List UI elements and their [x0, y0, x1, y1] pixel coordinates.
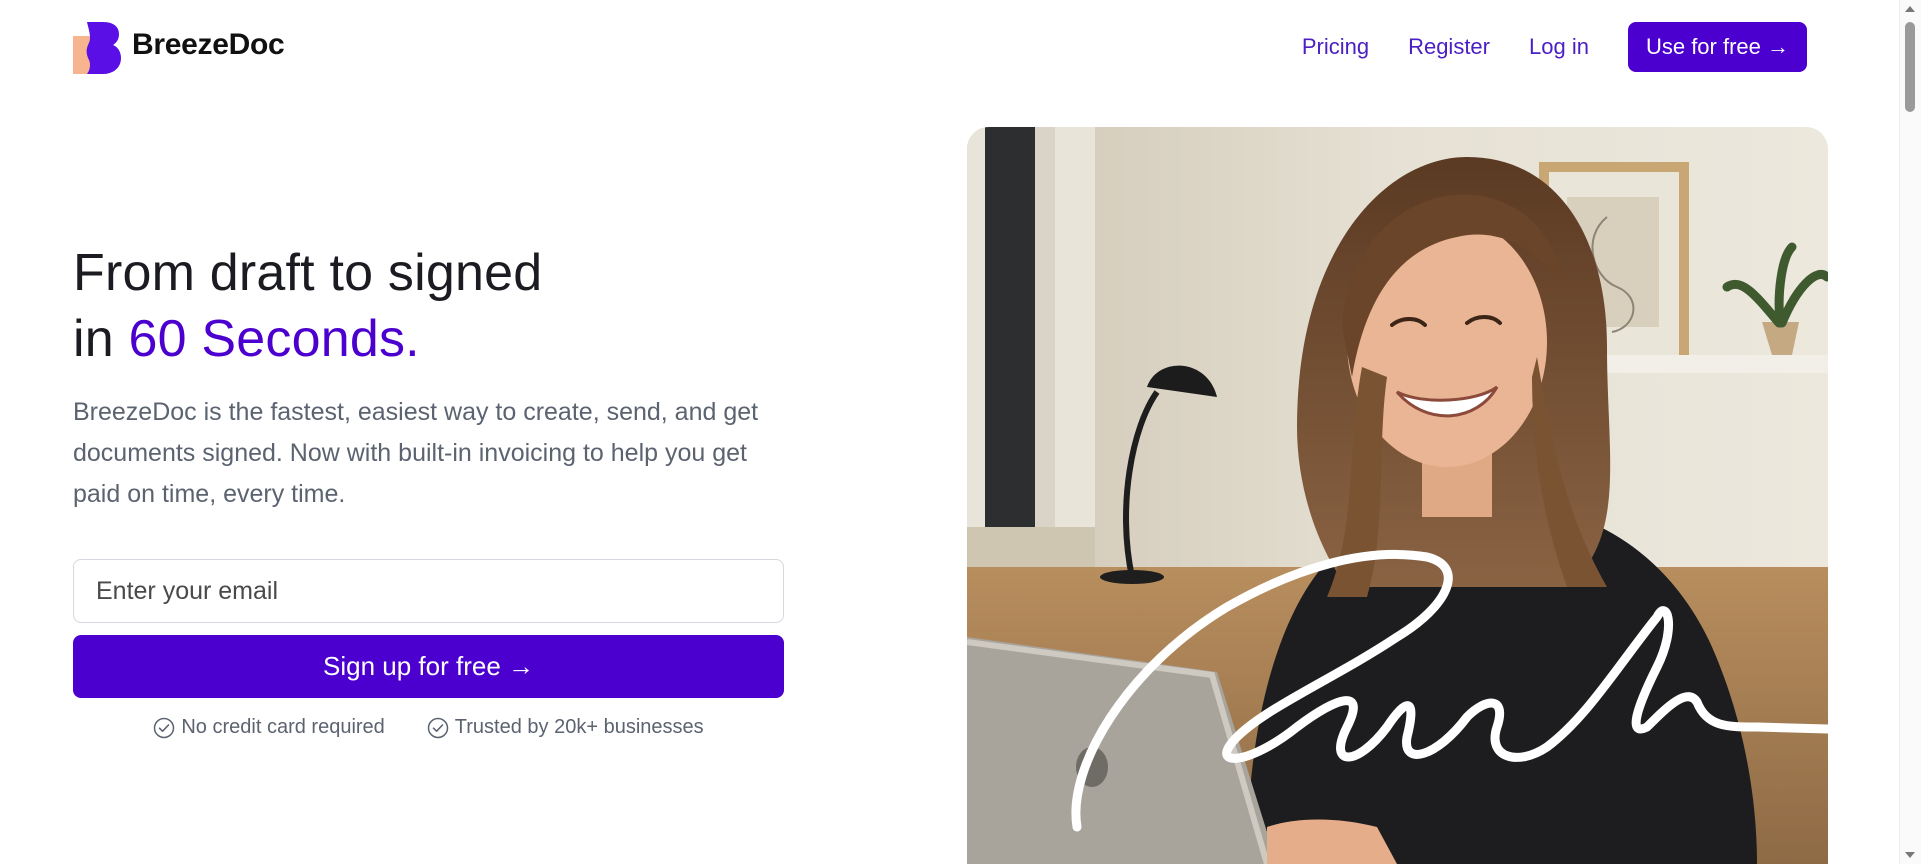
use-for-free-button[interactable]: Use for free →: [1627, 22, 1807, 72]
site-header: BreezeDoc Pricing Register Log in Use fo…: [0, 0, 1900, 96]
scroll-thumb[interactable]: [1905, 22, 1915, 112]
page-scrollbar[interactable]: [1899, 0, 1921, 864]
trust-item-no-card: No credit card required: [153, 716, 385, 739]
nav-register-link[interactable]: Register: [1408, 34, 1490, 60]
sign-up-button[interactable]: Sign up for free →: [73, 635, 784, 698]
email-input[interactable]: [73, 559, 784, 623]
brand-name[interactable]: BreezeDoc: [132, 28, 285, 62]
hero-title-prefix: in: [73, 310, 129, 368]
check-circle-icon: [427, 717, 449, 738]
hero-title-line1: From draft to signed: [73, 244, 543, 302]
nav-pricing-link[interactable]: Pricing: [1302, 34, 1369, 60]
hero-photo: [967, 127, 1828, 864]
check-circle-icon: [154, 717, 175, 738]
scroll-down-arrow-icon[interactable]: [1905, 852, 1915, 858]
hero-title-accent: 60 Seconds.: [128, 310, 420, 368]
scroll-up-arrow-icon[interactable]: [1905, 6, 1915, 12]
hero-description: BreezeDoc is the fastest, easiest way to…: [73, 398, 759, 508]
trust-badges: No credit card required Trusted by 20k+ …: [73, 716, 784, 739]
top-nav: Pricing Register Log in Use for free →: [1302, 22, 1807, 72]
trust-label: No credit card required: [181, 716, 385, 738]
breezedoc-logo-icon[interactable]: [73, 22, 121, 74]
woman-signing-illustration: [967, 127, 1828, 864]
trust-label: Trusted by 20k+ businesses: [454, 716, 704, 738]
nav-login-link[interactable]: Log in: [1529, 34, 1589, 60]
trust-item-businesses: Trusted by 20k+ businesses: [427, 716, 704, 739]
hero-title: From draft to signed in 60 Seconds.: [73, 240, 873, 372]
